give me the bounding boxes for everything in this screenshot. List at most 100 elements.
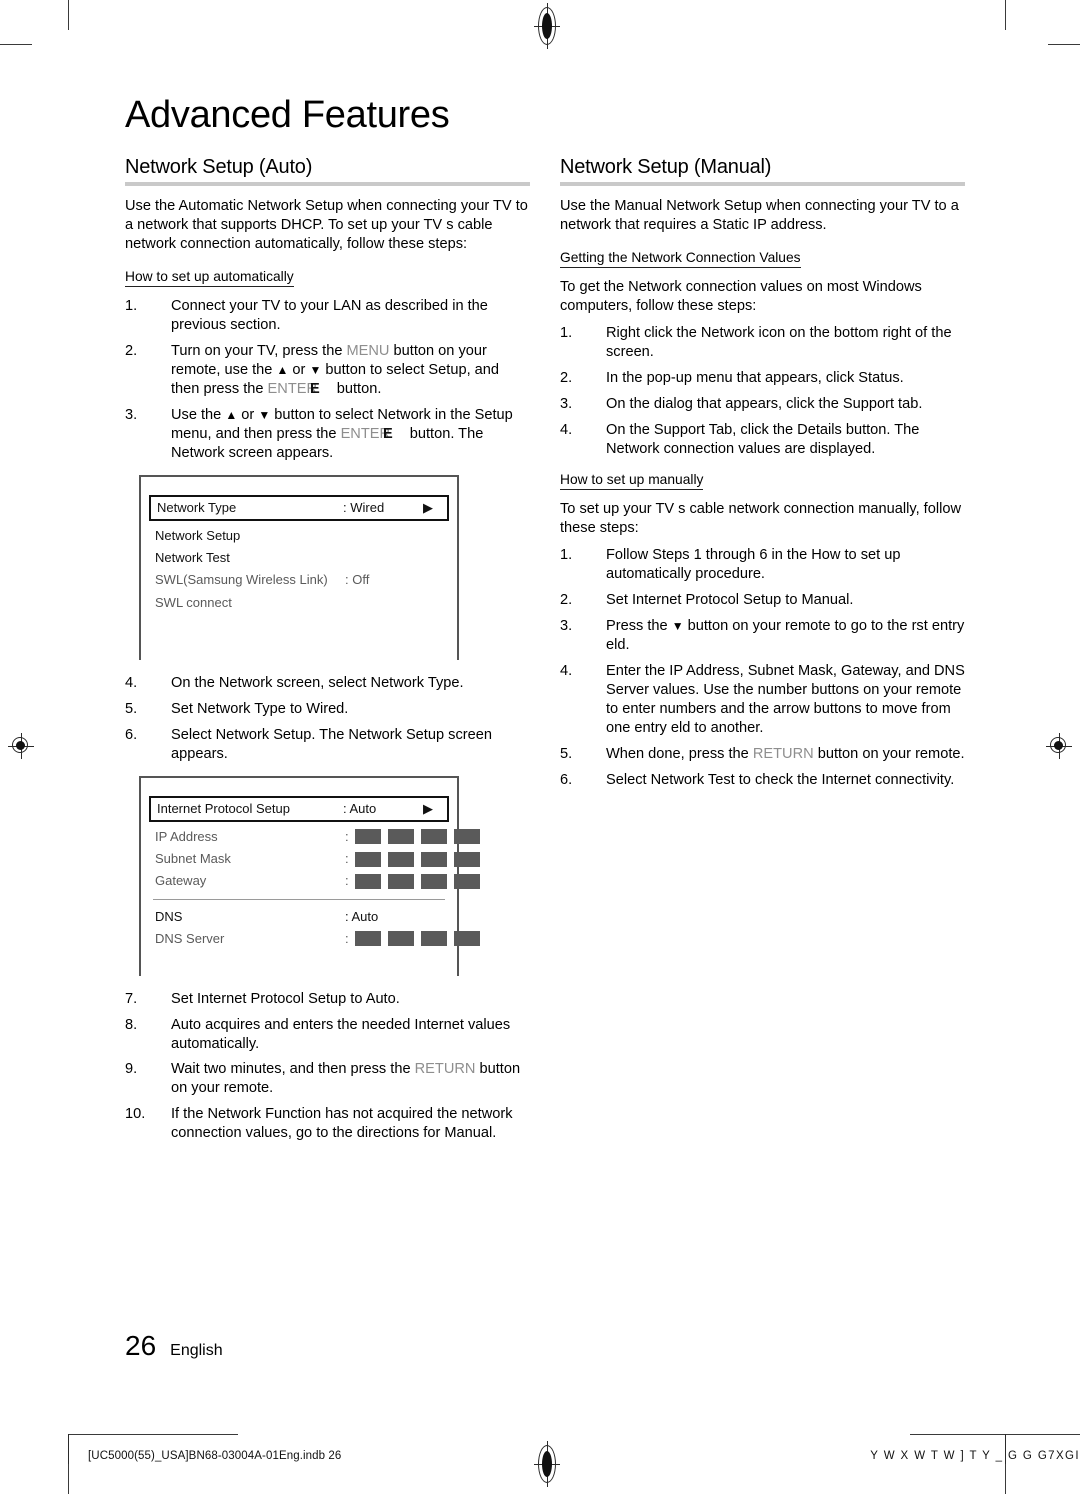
crop-mark-top-right: [1005, 0, 1006, 30]
tv-menu-row-value: : Off: [345, 572, 370, 588]
section-heading-network-setup-manual: Network Setup (Manual): [560, 155, 772, 178]
step-text: Turn on your TV, press the MENU button o…: [171, 343, 499, 397]
page-footer: 26 English: [125, 1330, 223, 1362]
tv-menu-row-value: : Auto: [343, 800, 377, 816]
text-run: Select Network Test to check the Interne…: [606, 771, 955, 788]
step-item: 2. Turn on your TV, press the MENU button…: [125, 342, 530, 399]
registration-mark-left: [8, 733, 34, 759]
text-run: Right click the Network icon on the bott…: [606, 324, 952, 360]
step-text: Connect your TV to your LAN as described…: [171, 298, 488, 333]
text-run: button.: [336, 380, 382, 397]
step-text: Right click the Network icon on the bott…: [606, 325, 952, 360]
step-number: 4.: [125, 674, 138, 691]
enter-key-icon: E: [383, 425, 393, 442]
value-placeholder-blocks: [354, 931, 480, 947]
text-run: Use the: [171, 406, 226, 423]
step-item: 5. Set Network Type to Wired.: [125, 700, 530, 719]
tv-menu-row-label: SWL(Samsung Wireless Link): [155, 572, 328, 588]
step-number: 6.: [125, 726, 138, 743]
text-run: Auto acquires and enters the needed Inte…: [171, 1016, 511, 1052]
chevron-right-icon: ▶: [423, 499, 433, 515]
text-run: button on your remote.: [813, 745, 965, 762]
key-label: RETURN: [414, 1061, 476, 1078]
step-item: 1. Right click the Network icon on the bo…: [560, 324, 965, 362]
step-text: On the Network screen, select Network Ty…: [171, 675, 464, 691]
value-block: [420, 873, 447, 889]
step-number: 2.: [560, 369, 573, 386]
text-run: Set Network Type to Wired.: [171, 700, 349, 717]
step-item: 3. On the dialog that appears, click the …: [560, 395, 965, 414]
text-run: Press the: [606, 617, 672, 634]
value-block: [453, 829, 480, 845]
subheading-how-to-set-up-manually: How to set up manually: [560, 471, 704, 490]
step-text: If the Network Function has not acquired…: [171, 1106, 513, 1141]
step-number: 2.: [560, 591, 573, 608]
footer-rule-right: [910, 1434, 1080, 1435]
value-block: [387, 829, 414, 845]
step-item: 6. Select Network Test to check the Inter…: [560, 771, 965, 790]
steps-list-manual: 1. Follow Steps 1 through 6 in the How to…: [560, 546, 965, 790]
step-item: 1. Follow Steps 1 through 6 in the How to…: [560, 546, 965, 584]
footer-file-identifier: [UC5000(55)_USA]BN68-03004A-01Eng.indb 2…: [88, 1450, 342, 1462]
value-block: [354, 829, 381, 845]
tv-menu-row-label: Network Type: [157, 499, 237, 515]
step-item: 3. Use the ▲ or ▼ button to select Networ…: [125, 406, 530, 463]
step-text: Follow Steps 1 through 6 in the How to s…: [606, 547, 900, 582]
step-item: 7. Set Internet Protocol Setup to Auto.: [125, 990, 530, 1009]
tv-menu-row: Network Test: [141, 547, 457, 569]
step-item: 6. Select Network Setup. The Network Setu…: [125, 726, 530, 764]
value-block: [387, 851, 414, 867]
step-text: Wait two minutes, and then press the RET…: [171, 1061, 520, 1096]
text-run: Set Internet Protocol Setup to Manual.: [606, 591, 854, 608]
tv-menu-divider: [153, 898, 445, 900]
step-number: 5.: [125, 700, 138, 717]
step-item: 4. Enter the IP Address, Subnet Mask, Gat…: [560, 662, 965, 738]
text-run: or: [288, 361, 310, 378]
value-block: [354, 851, 381, 867]
step-number: 3.: [560, 395, 573, 412]
steps-list-auto-1-3: 1. Connect your TV to your LAN as describ…: [125, 297, 530, 463]
subheading-how-to-set-up-automatically-wrap: How to set up automatically: [125, 268, 530, 295]
step-item: 9. Wait two minutes, and then press the R…: [125, 1060, 530, 1098]
section-heading-network-setup-auto: Network Setup (Auto): [125, 155, 313, 178]
step-text: Select Network Test to check the Interne…: [606, 772, 954, 788]
text-run: Follow Steps 1 through 6 in the How to s…: [606, 546, 901, 582]
key-label: MENU: [346, 342, 390, 359]
text-run: Connect your TV to your LAN as described…: [171, 297, 488, 333]
page-language: English: [170, 1342, 223, 1359]
tv-menu-row-selected: Internet Protocol Setup: Auto ▶: [149, 795, 449, 822]
subheading-getting-network-connection-values: Getting the Network Connection Values: [560, 249, 801, 268]
step-number: 3.: [125, 406, 138, 423]
footer-tick-left: [68, 1434, 69, 1464]
tv-menu-row-label: Network Setup: [155, 527, 241, 543]
footer-timestamp: Y W X W T W ] T Y _ G G G7XGI: [870, 1450, 1080, 1462]
arrow-key-icon: ▲: [225, 407, 238, 422]
page-number: 26: [125, 1330, 157, 1361]
text-run: In the pop-up menu that appears, click S…: [606, 369, 904, 386]
tv-menu-row-value: :: [345, 829, 480, 845]
tv-menu-row-label: IP Address: [155, 828, 218, 844]
text-run: Select Network Setup. The Network Setup …: [171, 726, 492, 762]
step-text: Set Network Type to Wired.: [171, 701, 348, 717]
registration-mark-bottom: [534, 1441, 560, 1487]
tv-menu-row-selected: Network Type: Wired ▶: [149, 494, 449, 521]
crop-mark-bottom-left: [68, 1464, 69, 1494]
document-page: Advanced Features Network Setup (Auto) U…: [0, 0, 1080, 1494]
crop-mark-right-top: [1048, 44, 1080, 45]
chevron-right-icon: ▶: [423, 800, 433, 816]
right-column: Network Setup (Manual) Use the Manual Ne…: [560, 155, 965, 1156]
value-block: [453, 851, 480, 867]
tv-menu-row-value: :: [345, 873, 480, 889]
value-block: [420, 829, 447, 845]
steps-list-auto-4-6: 4. On the Network screen, select Network …: [125, 674, 530, 764]
step-item: 4. On the Network screen, select Network …: [125, 674, 530, 693]
step-number: 6.: [560, 771, 573, 788]
step-item: 2. In the pop-up menu that appears, click…: [560, 369, 965, 388]
step-text: On the dialog that appears, click the Su…: [606, 396, 922, 412]
registration-mark-top: [534, 3, 560, 49]
step-text: Select Network Setup. The Network Setup …: [171, 727, 492, 762]
intro-paragraph-manual: Use the Manual Network Setup when connec…: [560, 197, 959, 233]
step-number: 10.: [125, 1106, 146, 1123]
subheading-how-to-set-up-manually-wrap: How to set up manually: [560, 471, 965, 498]
tv-menu-row: Subnet Mask:: [141, 848, 480, 870]
